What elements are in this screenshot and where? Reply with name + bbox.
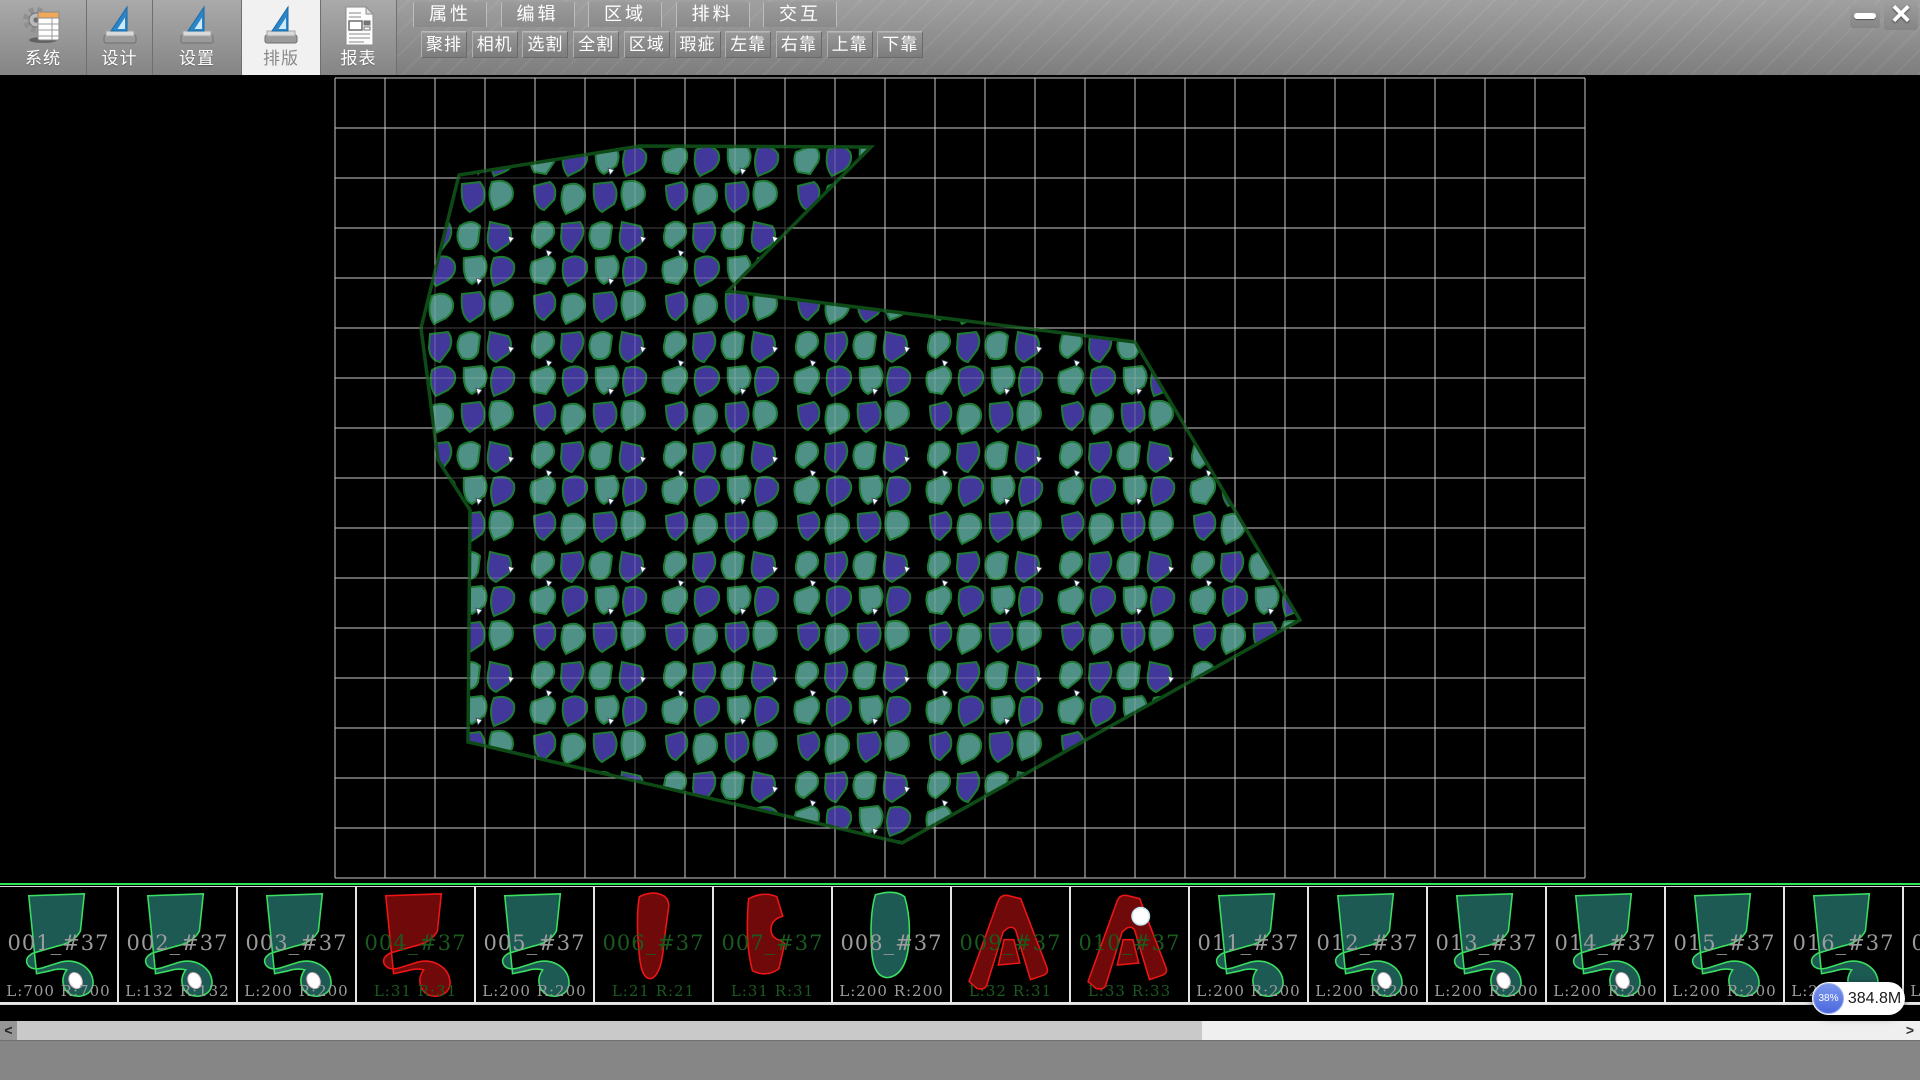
nav-module-label: 设计 [102, 49, 138, 69]
nav-module-2[interactable]: 设计 [87, 0, 153, 75]
pattern-thumbnail-5[interactable]: 005_#37 L:200 R:200 [476, 887, 593, 1002]
pattern-thumbnail-6[interactable]: 006_#37 L:21 R:21 [595, 887, 712, 1002]
pattern-thumbnail-8[interactable]: 008_#37 L:200 R:200 [833, 887, 950, 1002]
pattern-thumbnail-7[interactable]: 007_#37 L:31 R:31 [714, 887, 831, 1002]
close-button[interactable]: × [1884, 0, 1918, 30]
tool-button-7[interactable]: 左靠 [725, 31, 771, 58]
thumbnail-id: 012_#37 [1309, 931, 1426, 955]
thumbnail-lr-count: L:200 R:200 [1904, 982, 1920, 1000]
tool-button-9[interactable]: 上靠 [827, 31, 873, 58]
thumbnail-lr-count: L:200 R:200 [1309, 982, 1426, 1000]
set-square-icon [98, 3, 142, 49]
menu-tab-2[interactable]: 编辑 [501, 2, 575, 27]
thumbnail-lr-count: L:31 R:31 [714, 982, 831, 1000]
tool-button-2[interactable]: 相机 [472, 31, 518, 58]
thumbnail-lr-count: L:31 R:31 [357, 982, 474, 1000]
thumbnail-id: 008_#37 [833, 931, 950, 955]
filmstrip-divider [0, 883, 1920, 885]
thumbnail-id: 017_#37 [1904, 931, 1920, 955]
nav-module-label: 排版 [263, 49, 299, 69]
pattern-thumbnail-12[interactable]: 012_#37 L:200 R:200 [1309, 887, 1426, 1002]
menu-tab-5[interactable]: 交互 [763, 2, 837, 27]
thumbnail-lr-count: L:200 R:200 [1547, 982, 1664, 1000]
thumbnail-id: 014_#37 [1547, 931, 1664, 955]
thumbnail-lr-count: L:700 R:700 [0, 982, 117, 1000]
thumbnail-id: 006_#37 [595, 931, 712, 955]
report-icon [337, 3, 381, 49]
menu-tab-1[interactable]: 属性 [413, 2, 487, 27]
nested-hide-shape[interactable] [421, 146, 1300, 843]
thumbnail-id: 007_#37 [714, 931, 831, 955]
tool-button-8[interactable]: 右靠 [776, 31, 822, 58]
gear-table-icon [21, 3, 65, 49]
thumbnail-id: 004_#37 [357, 931, 474, 955]
thumbnail-lr-count: L:21 R:21 [595, 982, 712, 1000]
thumbnail-lr-count: L:200 R:200 [1190, 982, 1307, 1000]
pattern-filmstrip: 001_#37L:700 R:700002_#37L:132 R:132003_… [0, 886, 1920, 1005]
nav-module-label: 设置 [179, 49, 215, 69]
thumbnail-lr-count: L:200 R:200 [833, 982, 950, 1000]
pattern-thumbnail-15[interactable]: 015_#37 L:200 R:200 [1666, 887, 1783, 1002]
scrollbar-thumb[interactable] [17, 1021, 1202, 1040]
thumbnail-id: 011_#37 [1190, 931, 1307, 955]
memory-value: 384.8M [1844, 990, 1905, 1008]
menu-tab-4[interactable]: 排料 [676, 2, 750, 27]
thumbnail-lr-count: L:200 R:200 [476, 982, 593, 1000]
nav-module-3[interactable]: 设置 [153, 0, 242, 75]
set-square-icon [259, 3, 303, 49]
thumbnail-id: 002_#37 [119, 931, 236, 955]
thumbnail-id: 015_#37 [1666, 931, 1783, 955]
nav-module-label: 系统 [25, 49, 61, 69]
minimize-icon [1854, 13, 1876, 19]
status-bar [0, 1040, 1920, 1080]
tool-button-10[interactable]: 下靠 [877, 31, 923, 58]
tool-button-1[interactable]: 聚排 [421, 31, 467, 58]
pattern-thumbnail-17[interactable]: 017_#37 L:200 R:200 [1904, 887, 1920, 1002]
pattern-thumbnail-11[interactable]: 011_#37 L:200 R:200 [1190, 887, 1307, 1002]
thumbnail-lr-count: L:33 R:33 [1071, 982, 1188, 1000]
nesting-canvas[interactable] [0, 75, 1920, 883]
menu-tab-3[interactable]: 区域 [588, 2, 662, 27]
nav-module-5[interactable]: 报表 [321, 0, 397, 75]
tool-button-5[interactable]: 区域 [624, 31, 670, 58]
progress-circle: 38% [1813, 983, 1844, 1014]
pattern-thumbnail-3[interactable]: 003_#37 L:200 R:200 [238, 887, 355, 1002]
thumbnail-lr-count: L:32 R:31 [952, 982, 1069, 1000]
pattern-thumbnail-9[interactable]: 009_#37 L:32 R:31 [952, 887, 1069, 1002]
piece-white-hole [1132, 907, 1150, 925]
pattern-thumbnail-14[interactable]: 014_#37 L:200 R:200 [1547, 887, 1664, 1002]
tool-button-6[interactable]: 瑕疵 [675, 31, 721, 58]
pattern-thumbnail-1[interactable]: 001_#37 L:700 R:700 [0, 887, 117, 1002]
thumbnail-id: 003_#37 [238, 931, 355, 955]
scroll-right-button[interactable]: > [1902, 1021, 1918, 1040]
app-window: 系统设计设置排版报表 属性编辑区域排料交互 聚排相机选割全割区域瑕疵左靠右靠上靠… [0, 0, 1920, 1080]
top-toolbar: 系统设计设置排版报表 属性编辑区域排料交互 聚排相机选割全割区域瑕疵左靠右靠上靠… [0, 0, 1920, 75]
pattern-thumbnail-13[interactable]: 013_#37 L:200 R:200 [1428, 887, 1545, 1002]
memory-widget[interactable]: 38% 384.8M [1812, 982, 1905, 1015]
thumbnail-lr-count: L:132 R:132 [119, 982, 236, 1000]
thumbnail-id: 013_#37 [1428, 931, 1545, 955]
scroll-left-button[interactable]: < [0, 1021, 17, 1040]
thumbnail-id: 010_#37 [1071, 931, 1188, 955]
thumbnail-id: 005_#37 [476, 931, 593, 955]
thumbnail-lr-count: L:200 R:200 [238, 982, 355, 1000]
thumbnail-id: 016_#37 [1785, 931, 1902, 955]
pattern-thumbnail-10[interactable]: 010_#37 L:33 R:33 [1071, 887, 1188, 1002]
pattern-thumbnail-2[interactable]: 002_#37 L:132 R:132 [119, 887, 236, 1002]
module-nav: 系统 设计 设置 排版 报表 [0, 0, 397, 75]
thumbnail-id: 001_#37 [0, 931, 117, 955]
canvas-svg [0, 75, 1920, 883]
horizontal-scrollbar[interactable]: < > [0, 1021, 1920, 1040]
minimize-button[interactable] [1850, 4, 1880, 28]
tool-button-3[interactable]: 选割 [522, 31, 568, 58]
thumbnail-lr-count: L:200 R:200 [1666, 982, 1783, 1000]
nav-module-4[interactable]: 排版 [242, 0, 321, 75]
tool-button-4[interactable]: 全割 [573, 31, 619, 58]
nav-module-1[interactable]: 系统 [0, 0, 87, 75]
thumbnail-lr-count: L:200 R:200 [1428, 982, 1545, 1000]
thumbnail-id: 009_#37 [952, 931, 1069, 955]
nav-module-label: 报表 [341, 49, 377, 69]
set-square-icon [175, 3, 219, 49]
pattern-thumbnail-4[interactable]: 004_#37 L:31 R:31 [357, 887, 474, 1002]
